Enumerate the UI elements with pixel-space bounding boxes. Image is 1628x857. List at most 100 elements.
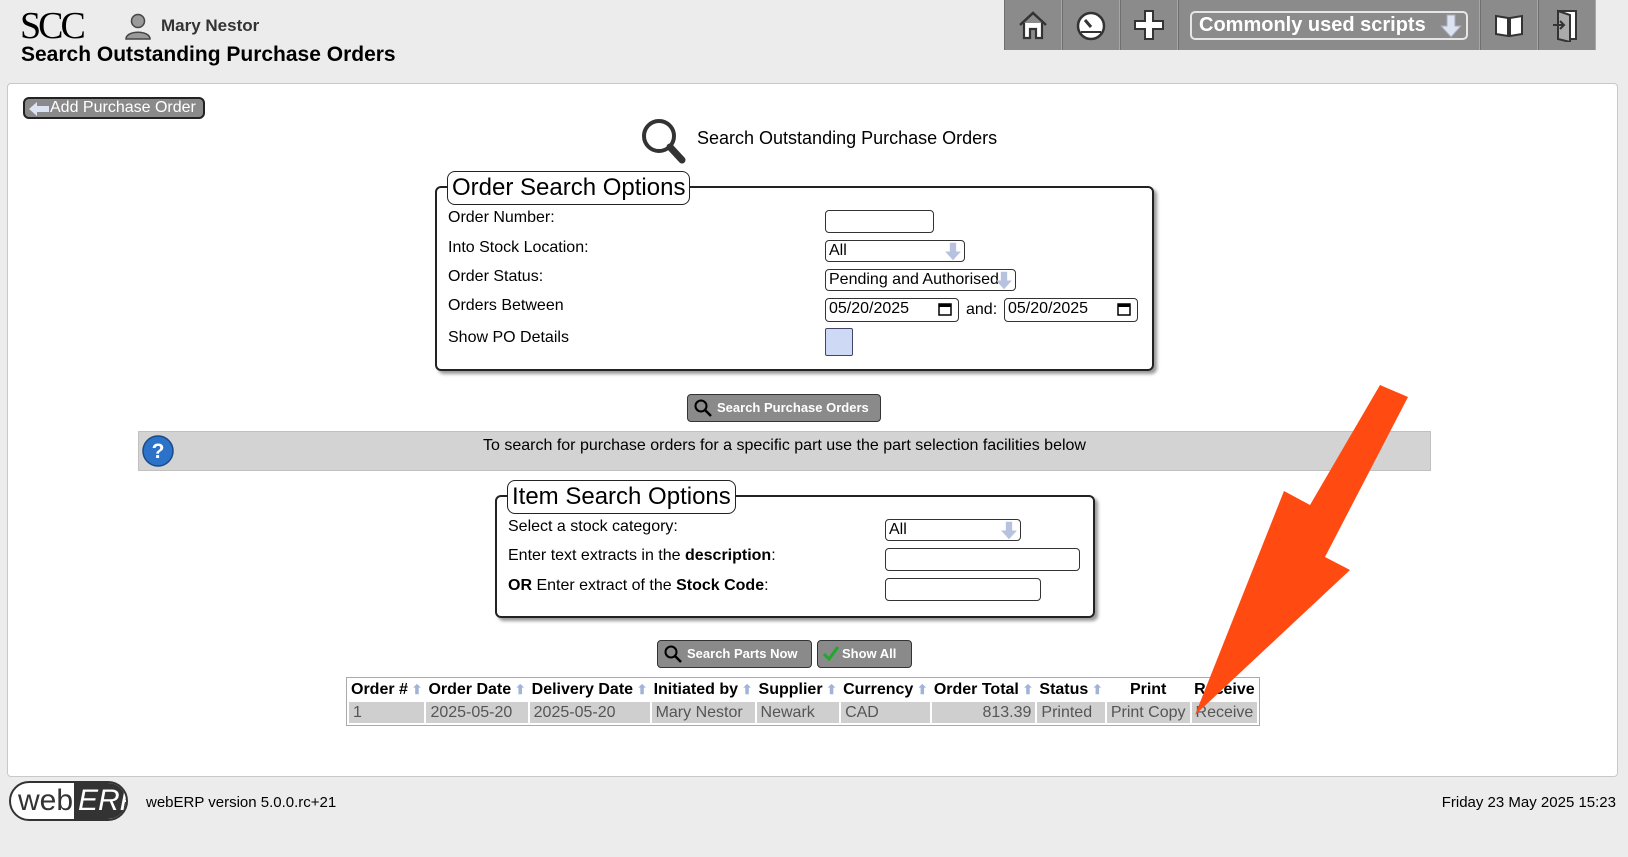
calendar-icon <box>1117 303 1131 316</box>
exit-door-icon <box>1553 9 1577 42</box>
date-time: Friday 23 May 2025 15:23 <box>1441 794 1616 811</box>
column-header-label: Order Total <box>933 681 1019 698</box>
item-search-options: Item Search Options Select a stock categ… <box>495 480 1095 618</box>
stock-code-label-mid: Enter extract of the <box>532 577 677 594</box>
top-toolbar: Commonly used scripts <box>1004 0 1596 50</box>
column-header-label: Delivery Date <box>531 681 634 698</box>
manual-button[interactable] <box>1480 0 1538 50</box>
column-header-label: Print <box>1129 681 1167 698</box>
date-from-input[interactable]: 05/20/2025 <box>825 298 959 322</box>
scripts-select-label: Commonly used scripts <box>1199 13 1426 36</box>
column-header[interactable]: Order Total ⬆ <box>932 680 1036 700</box>
user-name[interactable]: Mary Nestor <box>161 16 259 36</box>
add-purchase-order-label: Add Purchase Order <box>50 99 196 116</box>
description-label-suffix: : <box>771 547 776 564</box>
calendar-icon <box>938 303 952 316</box>
column-header-label: Order # <box>351 681 408 698</box>
show-all-button[interactable]: Show All <box>817 640 912 668</box>
show-po-details-label: Show PO Details <box>448 329 569 346</box>
orders-between-label: Orders Between <box>448 297 564 314</box>
book-icon <box>1495 14 1523 38</box>
sort-arrow-icon[interactable]: ⬆ <box>913 682 928 697</box>
column-header[interactable]: Currency ⬆ <box>841 680 930 700</box>
order-status-select[interactable]: Pending and Authorised <box>825 269 1016 291</box>
stock-code-label-bold: Stock Code <box>676 577 765 594</box>
down-arrow-icon <box>1001 521 1017 540</box>
search-parts-now-label: Search Parts Now <box>687 646 798 661</box>
sort-arrow-icon[interactable]: ⬆ <box>1019 682 1033 697</box>
stock-category-label: Select a stock category: <box>508 518 678 535</box>
stock-category-value: All <box>889 521 907 538</box>
stock-location-label: Into Stock Location: <box>448 239 589 256</box>
dashboard-button[interactable] <box>1062 0 1120 50</box>
column-header-label: Supplier <box>758 681 823 698</box>
stock-code-input[interactable] <box>885 578 1041 601</box>
add-button[interactable] <box>1120 0 1178 50</box>
description-label-prefix: Enter text extracts in the <box>508 547 685 564</box>
stock-location-select[interactable]: All <box>825 240 965 262</box>
magnifier-icon <box>642 119 686 164</box>
column-header[interactable]: Order # ⬆ <box>349 680 424 700</box>
sort-arrow-icon[interactable]: ⬆ <box>1088 682 1103 697</box>
and-label: and: <box>966 301 998 318</box>
column-header[interactable]: Delivery Date ⬆ <box>530 680 650 700</box>
order-status-value: Pending and Authorised <box>829 271 999 288</box>
logout-button[interactable] <box>1538 0 1596 50</box>
table-cell: CAD <box>841 702 930 723</box>
table-cell: 2025-05-20 <box>529 702 650 723</box>
description-label-bold: description <box>684 547 772 564</box>
order-number-input[interactable] <box>825 210 934 233</box>
item-search-legend: Item Search Options <box>507 480 736 514</box>
commonly-used-scripts-select[interactable]: Commonly used scripts <box>1190 10 1468 40</box>
add-purchase-order-button[interactable]: Add Purchase Order <box>23 97 205 119</box>
column-header[interactable]: Status ⬆ <box>1037 680 1104 700</box>
stock-code-label: OR Enter extract of the Stock Code: <box>508 577 769 595</box>
annotation-arrow-icon <box>1195 385 1408 715</box>
stock-code-label-suffix: : <box>764 577 769 594</box>
magnifier-icon <box>694 399 712 417</box>
sort-arrow-icon[interactable]: ⬆ <box>511 682 526 697</box>
stock-code-label-or: OR <box>508 577 532 594</box>
user-icon <box>125 13 151 40</box>
column-header[interactable]: Order Date ⬆ <box>426 680 527 700</box>
column-header-label: Initiated by <box>653 681 739 698</box>
table-cell: Printed <box>1037 702 1105 723</box>
version-text: webERP version 5.0.0.rc+21 <box>146 794 337 811</box>
order-search-options: Order Search Options Order Number: Into … <box>435 171 1154 371</box>
results-table: Order # ⬆ Order Date ⬆ Delivery Date ⬆ Init… <box>346 677 1261 726</box>
down-arrow-icon <box>945 242 961 261</box>
date-to-input[interactable]: 05/20/2025 <box>1004 298 1138 322</box>
column-header-label: Order Date <box>428 681 512 698</box>
weberp-logo-erp: ERP <box>74 783 126 819</box>
column-header[interactable]: Initiated by ⬆ <box>652 680 755 700</box>
back-arrow-icon <box>29 102 49 116</box>
header: SCC Mary Nestor Search Outstanding Purch… <box>0 0 1628 80</box>
column-header-label: Currency <box>843 681 914 698</box>
order-search-legend: Order Search Options <box>447 171 691 205</box>
search-purchase-orders-button[interactable]: Search Purchase Orders <box>687 394 881 422</box>
stock-location-value: All <box>829 242 847 259</box>
show-po-details-checkbox[interactable] <box>825 328 853 356</box>
date-from-value: 05/20/2025 <box>829 300 910 317</box>
search-parts-now-button[interactable]: Search Parts Now <box>657 640 812 668</box>
description-input[interactable] <box>885 548 1080 571</box>
column-header-label: Status <box>1039 681 1089 698</box>
company-logo: SCC <box>20 5 86 47</box>
print-copy-link[interactable]: Print Copy <box>1106 702 1190 723</box>
sort-arrow-icon[interactable]: ⬆ <box>823 682 837 697</box>
column-header[interactable]: Print <box>1107 680 1190 700</box>
sort-arrow-icon[interactable]: ⬆ <box>738 682 753 697</box>
stock-category-select[interactable]: All <box>885 519 1021 541</box>
table-cell: 813.39 <box>931 702 1036 723</box>
scripts-cell: Commonly used scripts <box>1178 0 1480 50</box>
down-arrow-icon <box>1440 14 1462 38</box>
home-button[interactable] <box>1004 0 1062 50</box>
date-to-value: 05/20/2025 <box>1008 300 1089 317</box>
sort-arrow-icon[interactable]: ⬆ <box>633 682 648 697</box>
table-cell: 2025-05-20 <box>426 702 528 723</box>
column-header[interactable]: Supplier ⬆ <box>757 680 840 700</box>
table-row: 1 2025-05-20 2025-05-20 Mary Nestor Newark CA… <box>349 702 1258 723</box>
checkmark-icon <box>823 646 839 661</box>
sort-arrow-icon[interactable]: ⬆ <box>408 682 423 697</box>
order-number-label: Order Number: <box>448 209 555 226</box>
